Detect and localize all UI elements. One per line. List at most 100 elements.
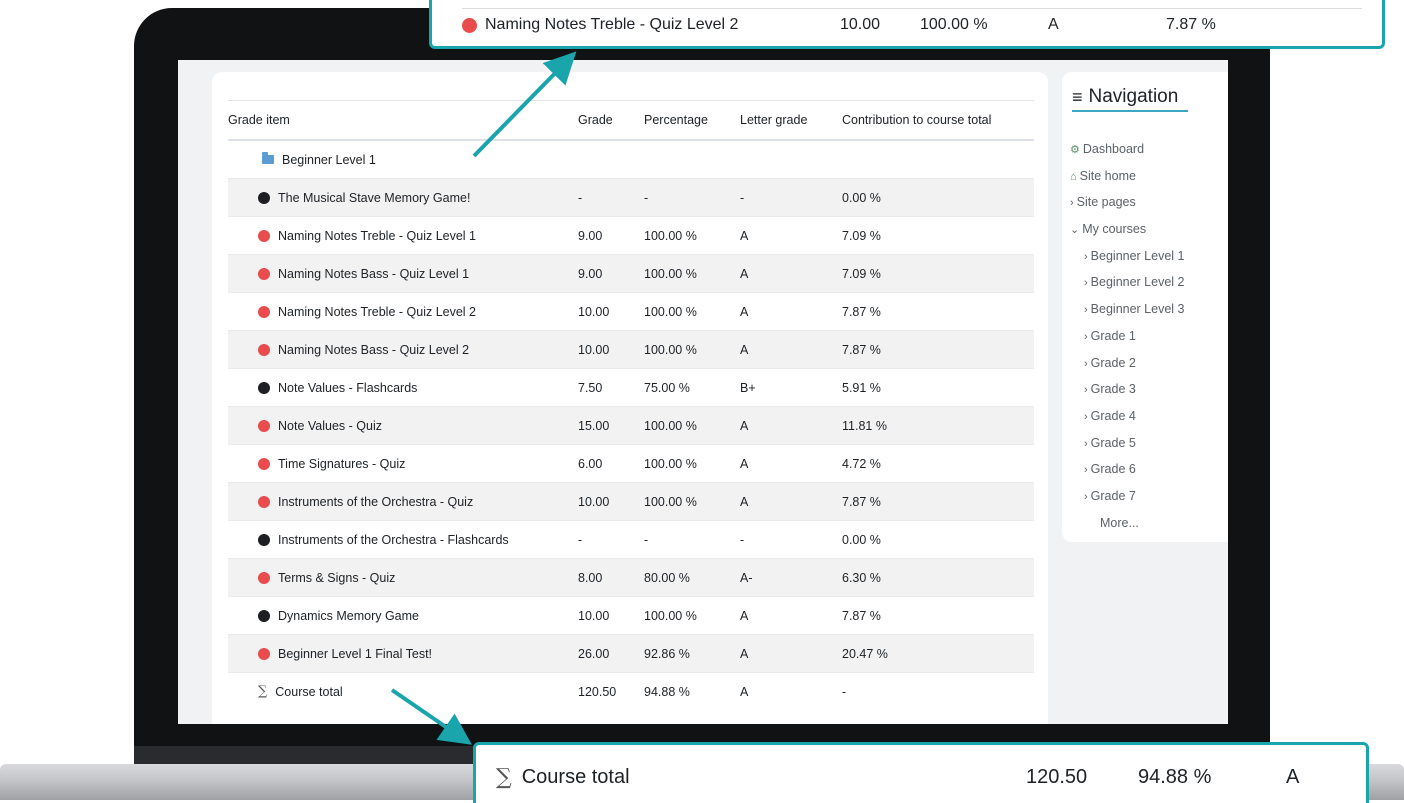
grade-item-link[interactable]: Note Values - Flashcards bbox=[278, 381, 417, 395]
contribution-cell: 7.87 % bbox=[842, 292, 1034, 331]
letter-grade-cell: A bbox=[740, 596, 842, 635]
percentage-cell: 92.86 % bbox=[644, 634, 740, 673]
quiz-icon bbox=[462, 17, 477, 33]
grade-item-link[interactable]: Note Values - Quiz bbox=[278, 419, 382, 433]
zoom-callout-course-total: ∑ Course total 120.50 94.88 % A bbox=[473, 742, 1369, 803]
grade-cell: 9.00 bbox=[578, 216, 644, 255]
category-row: Beginner Level 1 bbox=[228, 139, 1034, 179]
grade-item-link[interactable]: Naming Notes Treble - Quiz Level 2 bbox=[278, 305, 476, 319]
header-grade[interactable]: Grade bbox=[578, 100, 644, 141]
grade-item-link[interactable]: The Musical Stave Memory Game! bbox=[278, 191, 470, 205]
letter-grade-cell: A bbox=[740, 330, 842, 369]
contribution-cell: 20.47 % bbox=[842, 634, 1034, 673]
navigation-tree: ⚙ Dashboard ⌂ Site home › Site pages ⌄ My co… bbox=[1070, 136, 1185, 536]
zoom-top-name[interactable]: Naming Notes Treble - Quiz Level 2 bbox=[485, 16, 738, 34]
screen: Grade item Grade Percentage Letter grade… bbox=[178, 60, 1228, 724]
grade-item-link[interactable]: Naming Notes Bass - Quiz Level 1 bbox=[278, 267, 469, 281]
nav-course-item[interactable]: › Grade 5 bbox=[1070, 430, 1185, 457]
zoom-top-contribution: 7.87 % bbox=[1166, 16, 1216, 33]
table-row: Dynamics Memory Game 10.00 100.00 % A 7.87 % bbox=[228, 596, 1034, 635]
grade-item-link[interactable]: Beginner Level 1 Final Test! bbox=[278, 647, 432, 661]
grade-item-link[interactable]: Time Signatures - Quiz bbox=[278, 457, 405, 471]
nav-course-item[interactable]: › Grade 2 bbox=[1070, 350, 1185, 377]
nav-item-dashboard[interactable]: ⚙ Dashboard bbox=[1070, 136, 1185, 163]
grade-cell: 9.00 bbox=[578, 254, 644, 293]
chevron-right-icon: › bbox=[1084, 250, 1088, 263]
letter-grade-cell: - bbox=[740, 178, 842, 217]
percentage-cell: - bbox=[644, 178, 740, 217]
zoom-bottom-grade: 120.50 bbox=[1026, 765, 1088, 788]
quiz-icon bbox=[258, 267, 270, 280]
grade-item-link[interactable]: Naming Notes Bass - Quiz Level 2 bbox=[278, 343, 469, 357]
table-row: Instruments of the Orchestra - Quiz 10.00… bbox=[228, 482, 1034, 521]
home-icon: ⌂ bbox=[1070, 170, 1077, 183]
contribution-cell: 11.81 % bbox=[842, 406, 1034, 445]
grade-item-link[interactable]: Terms & Signs - Quiz bbox=[278, 571, 395, 585]
grade-cell: 10.00 bbox=[578, 330, 644, 369]
nav-course-item[interactable]: › Grade 7 bbox=[1070, 483, 1185, 510]
nav-item-my-courses[interactable]: ⌄ My courses bbox=[1070, 216, 1185, 243]
contribution-cell: 7.87 % bbox=[842, 596, 1034, 635]
grade-cell: - bbox=[578, 178, 644, 217]
nav-course-item[interactable]: › Beginner Level 3 bbox=[1070, 296, 1185, 323]
header-letter-grade[interactable]: Letter grade bbox=[740, 100, 842, 141]
chevron-right-icon: › bbox=[1084, 384, 1088, 397]
nav-course-item[interactable]: › Beginner Level 1 bbox=[1070, 243, 1185, 270]
chevron-right-icon: › bbox=[1084, 490, 1088, 503]
nav-item-site-home[interactable]: ⌂ Site home bbox=[1070, 163, 1185, 190]
chevron-right-icon: › bbox=[1084, 357, 1088, 370]
grade-item-link[interactable]: Instruments of the Orchestra - Flashcard… bbox=[278, 533, 509, 547]
zoom-top-letter: A bbox=[1048, 16, 1059, 33]
nav-course-item[interactable]: › Grade 4 bbox=[1070, 403, 1185, 430]
grade-item-link[interactable]: Instruments of the Orchestra - Quiz bbox=[278, 495, 473, 509]
nav-course-item[interactable]: › Grade 3 bbox=[1070, 376, 1185, 403]
letter-grade-cell: - bbox=[740, 520, 842, 559]
nav-course-item[interactable]: › Grade 6 bbox=[1070, 456, 1185, 483]
dashboard-icon: ⚙ bbox=[1070, 144, 1080, 156]
percentage-cell: 100.00 % bbox=[644, 292, 740, 331]
zoom-top-percentage: 100.00 % bbox=[920, 16, 988, 33]
activity-icon bbox=[258, 533, 270, 546]
grade-cell: 10.00 bbox=[578, 482, 644, 521]
course-total-row: ∑ Course total 120.50 94.88 % A - bbox=[228, 672, 1034, 710]
course-total-label: Course total bbox=[275, 684, 343, 699]
grade-cell: 8.00 bbox=[578, 558, 644, 597]
letter-grade-cell: B+ bbox=[740, 368, 842, 407]
grade-cell: 120.50 bbox=[578, 672, 644, 710]
percentage-cell: 100.00 % bbox=[644, 596, 740, 635]
zoom-callout-quiz-row: Naming Notes Treble - Quiz Level 2 10.00… bbox=[429, 0, 1385, 49]
percentage-cell: 100.00 % bbox=[644, 406, 740, 445]
nav-item-site-pages[interactable]: › Site pages bbox=[1070, 189, 1185, 216]
grade-item-link[interactable]: Dynamics Memory Game bbox=[278, 609, 419, 623]
table-row: Naming Notes Treble - Quiz Level 1 9.00 10… bbox=[228, 216, 1034, 255]
letter-grade-cell: A bbox=[740, 254, 842, 293]
contribution-cell: 6.30 % bbox=[842, 558, 1034, 597]
header-contribution[interactable]: Contribution to course total bbox=[842, 100, 1034, 141]
letter-grade-cell: A bbox=[740, 672, 842, 710]
percentage-cell: 100.00 % bbox=[644, 216, 740, 255]
nav-more-link[interactable]: More... bbox=[1070, 510, 1185, 537]
nav-course-item[interactable]: › Beginner Level 2 bbox=[1070, 269, 1185, 296]
table-row: The Musical Stave Memory Game! - - -0.00 % bbox=[228, 178, 1034, 217]
grade-item-link[interactable]: Naming Notes Treble - Quiz Level 1 bbox=[278, 229, 476, 243]
navigation-title[interactable]: ≡ Navigation bbox=[1072, 86, 1178, 108]
nav-course-item[interactable]: › Grade 1 bbox=[1070, 323, 1185, 350]
header-grade-item[interactable]: Grade item bbox=[228, 100, 578, 141]
grade-cell: 7.50 bbox=[578, 368, 644, 407]
letter-grade-cell: A bbox=[740, 634, 842, 673]
table-row: Note Values - Flashcards 7.50 75.00 % B+ 5.9… bbox=[228, 368, 1034, 407]
grade-table: Grade item Grade Percentage Letter grade… bbox=[228, 100, 1034, 710]
chevron-right-icon: › bbox=[1084, 330, 1088, 343]
header-percentage[interactable]: Percentage bbox=[644, 100, 740, 141]
grade-cell: 6.00 bbox=[578, 444, 644, 483]
folder-icon bbox=[262, 152, 274, 164]
percentage-cell: 100.00 % bbox=[644, 330, 740, 369]
table-row: Beginner Level 1 Final Test! 26.00 92.86 %… bbox=[228, 634, 1034, 673]
percentage-cell: - bbox=[644, 520, 740, 559]
zoom-bottom-name: Course total bbox=[521, 765, 630, 788]
table-row: Naming Notes Bass - Quiz Level 2 10.00 100… bbox=[228, 330, 1034, 369]
contribution-cell: 7.87 % bbox=[842, 330, 1034, 369]
hamburger-icon: ≡ bbox=[1072, 86, 1083, 107]
contribution-cell: 7.09 % bbox=[842, 254, 1034, 293]
quiz-icon bbox=[258, 647, 270, 660]
